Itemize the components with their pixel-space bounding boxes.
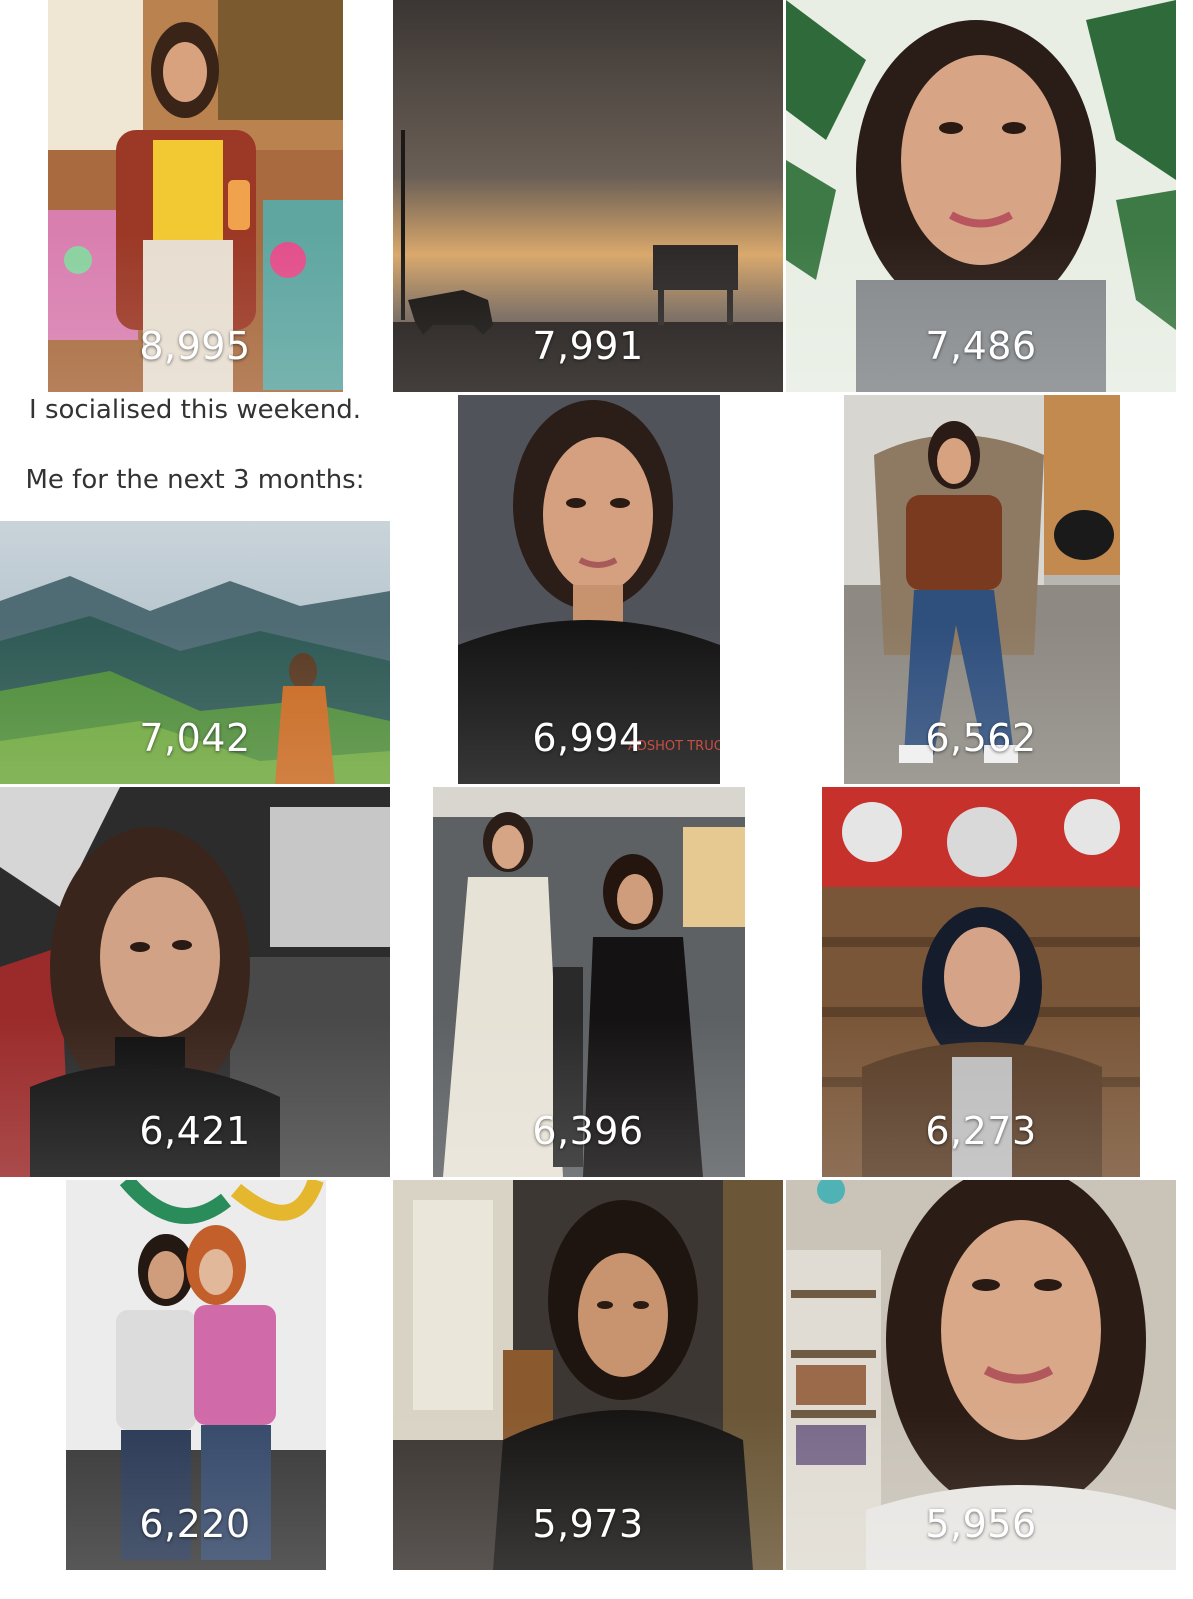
meme-caption-line1: I socialised this weekend. bbox=[29, 395, 361, 425]
photo-tile[interactable]: 5,956 bbox=[786, 1180, 1176, 1570]
view-count: 5,973 bbox=[532, 1502, 644, 1546]
view-count: 5,956 bbox=[925, 1502, 1037, 1546]
photo-tile[interactable]: 6,421 bbox=[0, 787, 390, 1177]
photo-tile[interactable]: 7,991 bbox=[393, 0, 783, 392]
photo-tile[interactable]: 6,273 bbox=[786, 787, 1176, 1177]
photo-tile[interactable]: 6,220 bbox=[0, 1180, 390, 1570]
view-count: 6,273 bbox=[925, 1109, 1037, 1153]
view-count: 7,486 bbox=[925, 324, 1037, 368]
view-count: 6,421 bbox=[139, 1109, 251, 1153]
photo-tile[interactable]: 6,396 bbox=[393, 787, 783, 1177]
photo-grid: 8,995 7,991 7,486 I socialised this week… bbox=[0, 0, 1193, 1599]
view-count: 6,994 bbox=[532, 716, 644, 760]
view-count: 7,042 bbox=[139, 716, 251, 760]
view-count: 8,995 bbox=[139, 324, 251, 368]
meme-caption-line2: Me for the next 3 months: bbox=[25, 465, 365, 495]
view-count: 7,991 bbox=[532, 324, 644, 368]
view-count: 6,562 bbox=[925, 716, 1037, 760]
photo-tile[interactable]: 6,562 bbox=[786, 393, 1176, 784]
photo-tile[interactable]: 8,995 bbox=[0, 0, 390, 392]
photo-tile[interactable]: ADSHOT TRUCK 6,994 bbox=[393, 393, 783, 784]
photo-tile[interactable]: 5,973 bbox=[393, 1180, 783, 1570]
photo-tile[interactable]: 7,486 bbox=[786, 0, 1176, 392]
photo-tile[interactable]: I socialised this weekend. Me for the ne… bbox=[0, 393, 390, 784]
view-count: 6,396 bbox=[532, 1109, 644, 1153]
view-count: 6,220 bbox=[139, 1502, 251, 1546]
